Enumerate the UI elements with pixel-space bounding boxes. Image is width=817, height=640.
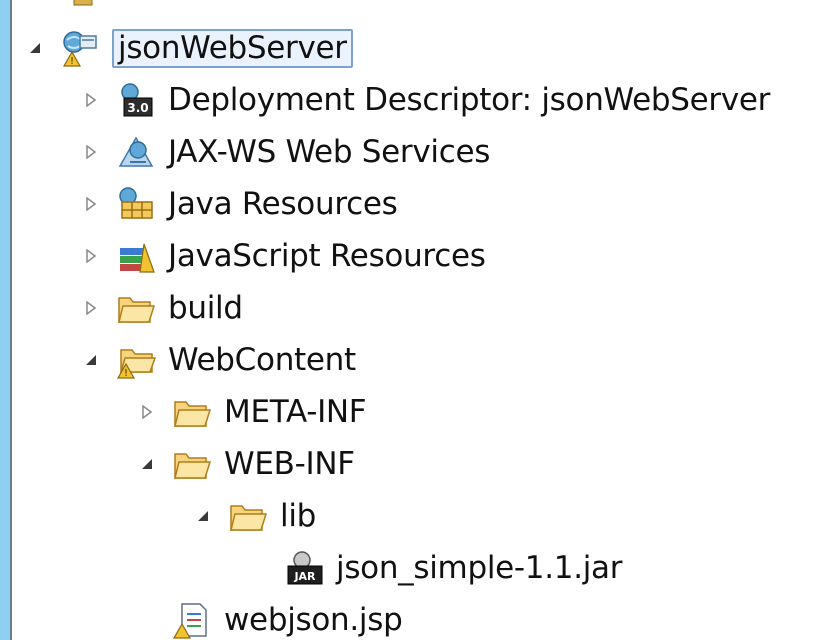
folder-warning-icon: ! [116, 340, 156, 380]
tree-item-label: jsonWebServer [112, 28, 353, 68]
expanded-arrow-icon[interactable] [24, 37, 46, 59]
collapsed-arrow-icon[interactable] [80, 297, 102, 319]
jar-file-icon: JAR [284, 548, 324, 588]
folder-icon [172, 444, 212, 484]
tree-item-label: WEB-INF [224, 445, 355, 482]
expanded-arrow-icon[interactable] [136, 453, 158, 475]
tree-item-label: JAX-WS Web Services [168, 133, 491, 170]
web-services-icon [116, 132, 156, 172]
svg-text:3.0: 3.0 [127, 101, 148, 115]
tree-item-label: build [168, 289, 243, 326]
expanded-arrow-icon[interactable] [192, 505, 214, 527]
tree-item-label: Deployment Descriptor: jsonWebServer [168, 81, 771, 118]
javascript-resources-icon [116, 236, 156, 276]
jsp-file-icon [172, 600, 212, 640]
tree-item-deployment-descriptor[interactable]: 3.0 Deployment Descriptor: jsonWebServer [80, 74, 770, 126]
collapsed-arrow-icon[interactable] [80, 245, 102, 267]
tree-item-label: JavaScript Resources [168, 237, 486, 274]
tree-item-label: lib [280, 497, 317, 534]
folder-icon [228, 496, 268, 536]
java-resources-icon [116, 184, 156, 224]
svg-text:JAR: JAR [293, 570, 316, 583]
project-explorer-tree: ! jsonWebServer 3.0 Deployment Descripto… [10, 0, 817, 640]
collapsed-arrow-icon[interactable] [80, 141, 102, 163]
tree-item-label: webjson.jsp [224, 601, 403, 638]
tree-item-jax-ws-web-services[interactable]: JAX-WS Web Services [80, 126, 490, 178]
deployment-descriptor-icon: 3.0 [116, 80, 156, 120]
tree-item-build[interactable]: build [80, 282, 243, 334]
tree-item-label: WebContent [168, 341, 356, 378]
partially-visible-icon [70, 0, 96, 13]
collapsed-arrow-icon[interactable] [136, 401, 158, 423]
tree-item-label: Java Resources [168, 185, 398, 222]
tree-item-lib[interactable]: lib [192, 490, 316, 542]
svg-text:!: ! [124, 368, 128, 379]
tree-item-javascript-resources[interactable]: JavaScript Resources [80, 230, 486, 282]
expanded-arrow-icon[interactable] [80, 349, 102, 371]
tree-item-java-resources[interactable]: Java Resources [80, 178, 398, 230]
collapsed-arrow-icon[interactable] [80, 193, 102, 215]
tree-item-json-simple-jar[interactable]: JAR json_simple-1.1.jar [248, 542, 623, 594]
tree-item-jsonwebserver[interactable]: ! jsonWebServer [24, 22, 353, 74]
folder-icon [116, 288, 156, 328]
web-project-icon: ! [60, 28, 100, 68]
tree-item-label: json_simple-1.1.jar [336, 549, 623, 586]
folder-icon [172, 392, 212, 432]
tree-item-webjson-jsp[interactable]: webjson.jsp [136, 594, 403, 640]
tree-item-webcontent[interactable]: ! WebContent [80, 334, 356, 386]
tree-item-web-inf[interactable]: WEB-INF [136, 438, 355, 490]
tree-item-meta-inf[interactable]: META-INF [136, 386, 367, 438]
svg-text:!: ! [70, 56, 74, 67]
tree-item-label: META-INF [224, 393, 367, 430]
collapsed-arrow-icon[interactable] [80, 89, 102, 111]
